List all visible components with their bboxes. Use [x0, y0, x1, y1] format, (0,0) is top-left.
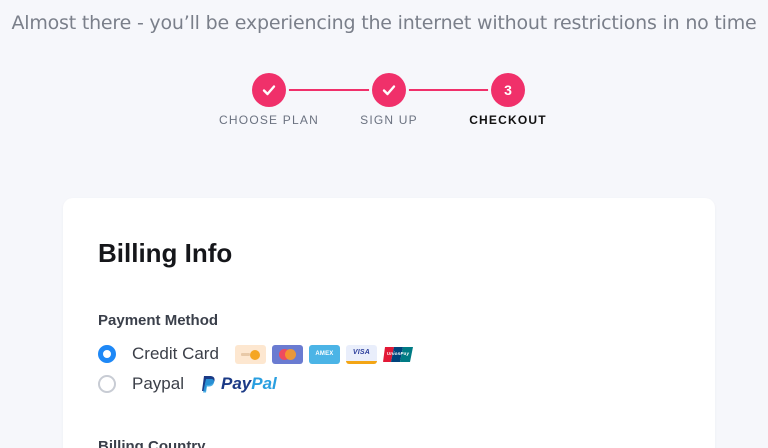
paypal-label[interactable]: Paypal [132, 374, 184, 394]
paypal-logo: PayPal [200, 374, 277, 394]
step-label-checkout: CHECKOUT [469, 113, 547, 127]
amex-card-icon: AMEX [308, 344, 340, 364]
payment-option-paypal[interactable]: Paypal PayPal [98, 374, 277, 394]
paypal-radio[interactable] [98, 375, 116, 393]
visa-card-icon: VISA [345, 344, 377, 364]
payment-method-label: Payment Method [98, 312, 219, 329]
step-2-check-icon [372, 73, 406, 107]
paypal-logo-text-pal: Pal [251, 374, 277, 393]
checkout-stepper: 3 CHOOSE PLAN SIGN UP CHECKOUT [0, 0, 768, 140]
credit-card-radio[interactable] [98, 345, 116, 363]
step-1-check-icon [252, 73, 286, 107]
mastercard-icon [271, 344, 303, 364]
discover-card-icon [234, 344, 266, 364]
step-label-sign-up: SIGN UP [360, 113, 418, 127]
step-label-choose-plan: CHOOSE PLAN [219, 113, 319, 127]
billing-info-card: Billing Info Payment Method Credit Card … [63, 198, 715, 448]
stepper-connector [286, 89, 376, 91]
billing-country-label: Billing Country [98, 438, 206, 448]
card-brand-icons: AMEX VISA UnionPay [234, 344, 414, 364]
unionpay-card-text: UnionPay [387, 351, 410, 356]
unionpay-card-icon: UnionPay [382, 344, 414, 364]
billing-info-title: Billing Info [98, 238, 233, 268]
checkout-page: Almost there - you’ll be experiencing th… [0, 0, 768, 448]
step-3-number: 3 [491, 73, 525, 107]
credit-card-label[interactable]: Credit Card [132, 344, 219, 364]
paypal-p-icon [201, 376, 215, 393]
paypal-logo-text-pay: Pay [220, 374, 252, 393]
stepper-connector [404, 89, 494, 91]
payment-option-credit-card[interactable]: Credit Card AMEX VISA UnionPay [98, 344, 414, 364]
